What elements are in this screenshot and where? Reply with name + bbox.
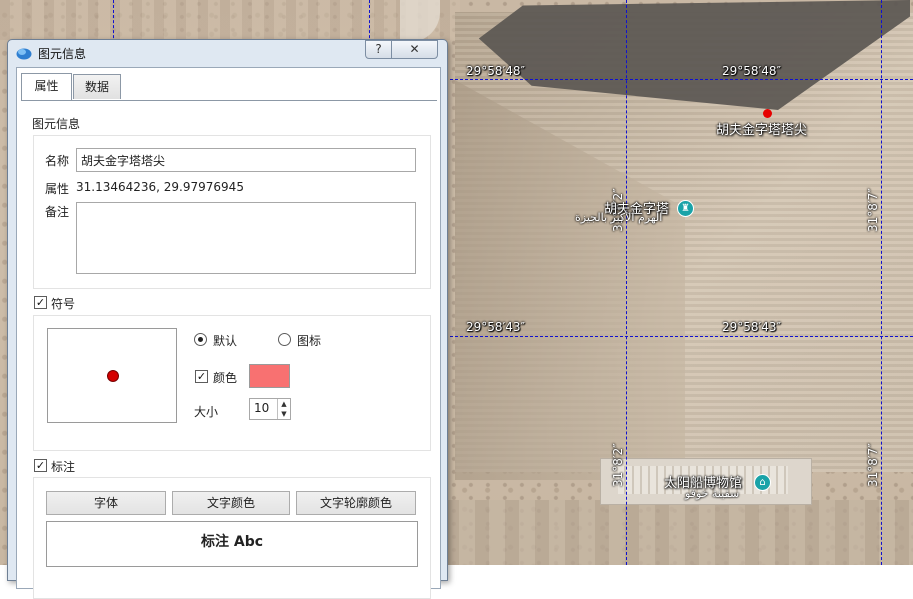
close-button[interactable]: ✕ <box>391 40 438 59</box>
color-checkbox[interactable]: ✓ <box>195 370 208 383</box>
map-ruins-area <box>0 0 460 40</box>
annotation-group: 字体 文字颜色 文字轮廓颜色 标注 Abc <box>33 477 431 599</box>
lon-label: 31°8′2″ <box>611 443 625 487</box>
annotation-label: 标注 <box>51 460 76 474</box>
app-cloud-icon <box>16 48 32 60</box>
lon-label: 31°8′7″ <box>866 443 880 487</box>
name-input[interactable]: 胡夫金字塔塔尖 <box>76 148 416 172</box>
color-swatch-button[interactable] <box>249 364 290 388</box>
symbol-preview <box>47 328 177 423</box>
feature-info-dialog: 图元信息 ? ✕ 属性 数据 图元信息 名称 胡夫金字塔塔尖 属性 31.134… <box>7 39 448 599</box>
marker-label: 胡夫金字塔塔尖 <box>716 123 808 138</box>
poi-pyramid-arabic-label: الهرم الأكبر بالجيزة <box>575 211 663 224</box>
grid-line-horizontal <box>445 336 913 337</box>
text-color-button[interactable]: 文字颜色 <box>172 491 290 515</box>
symbol-preview-dot <box>107 370 119 382</box>
info-section-title: 图元信息 <box>32 117 81 131</box>
note-textarea[interactable] <box>76 202 416 274</box>
symbol-group: 默认 图标 ✓ 颜色 大小 10 ▲ ▼ <box>33 315 431 451</box>
properties-page: 图元信息 名称 胡夫金字塔塔尖 属性 31.13464236, 29.97976… <box>21 100 437 599</box>
icon-symbol-radio[interactable] <box>278 333 291 346</box>
annotation-preview: 标注 Abc <box>46 521 418 567</box>
attribute-label: 属性 <box>45 182 70 196</box>
size-value: 10 <box>254 401 270 415</box>
attribute-value: 31.13464236, 29.97976945 <box>76 180 244 194</box>
museum-icon[interactable]: ⌂ <box>754 474 771 491</box>
default-symbol-radio[interactable] <box>194 333 207 346</box>
default-symbol-label: 默认 <box>213 334 238 348</box>
lon-label: 31°8′7″ <box>866 188 880 232</box>
symbol-label: 符号 <box>51 297 76 311</box>
help-button[interactable]: ? <box>365 40 392 59</box>
text-outline-color-button[interactable]: 文字轮廓颜色 <box>296 491 416 515</box>
name-label: 名称 <box>45 154 70 168</box>
icon-symbol-label: 图标 <box>297 334 322 348</box>
size-label: 大小 <box>194 405 219 419</box>
dialog-title: 图元信息 <box>38 47 87 61</box>
size-spinbox[interactable]: 10 ▲ ▼ <box>249 398 291 420</box>
lat-label: 29°58′48″ <box>466 64 526 78</box>
lat-label: 29°58′48″ <box>722 64 782 78</box>
dialog-titlebar[interactable]: 图元信息 ? ✕ <box>8 40 447 66</box>
info-group: 名称 胡夫金字塔塔尖 属性 31.13464236, 29.97976945 备… <box>33 135 431 289</box>
map-tombs-area <box>445 500 913 565</box>
grid-line-horizontal <box>445 79 913 80</box>
lat-label: 29°58′43″ <box>466 320 526 334</box>
dialog-client: 属性 数据 图元信息 名称 胡夫金字塔塔尖 属性 31.13464236, 29… <box>16 67 441 599</box>
color-label: 颜色 <box>213 371 238 385</box>
grid-line-vertical <box>626 0 627 565</box>
grid-line-vertical <box>881 0 882 565</box>
tab-properties[interactable]: 属性 <box>21 73 72 100</box>
tab-data[interactable]: 数据 <box>73 74 121 99</box>
selected-point-marker[interactable] <box>763 109 772 118</box>
font-button[interactable]: 字体 <box>46 491 166 515</box>
landmark-icon[interactable]: ♜ <box>677 200 694 217</box>
annotation-checkbox[interactable]: ✓ <box>34 459 47 472</box>
symbol-checkbox[interactable]: ✓ <box>34 296 47 309</box>
lat-label: 29°58′43″ <box>722 320 782 334</box>
size-stepper[interactable]: ▲ ▼ <box>277 399 290 419</box>
poi-museum-arabic-label: سفينة خوفو <box>685 487 740 500</box>
note-label: 备注 <box>45 205 70 219</box>
